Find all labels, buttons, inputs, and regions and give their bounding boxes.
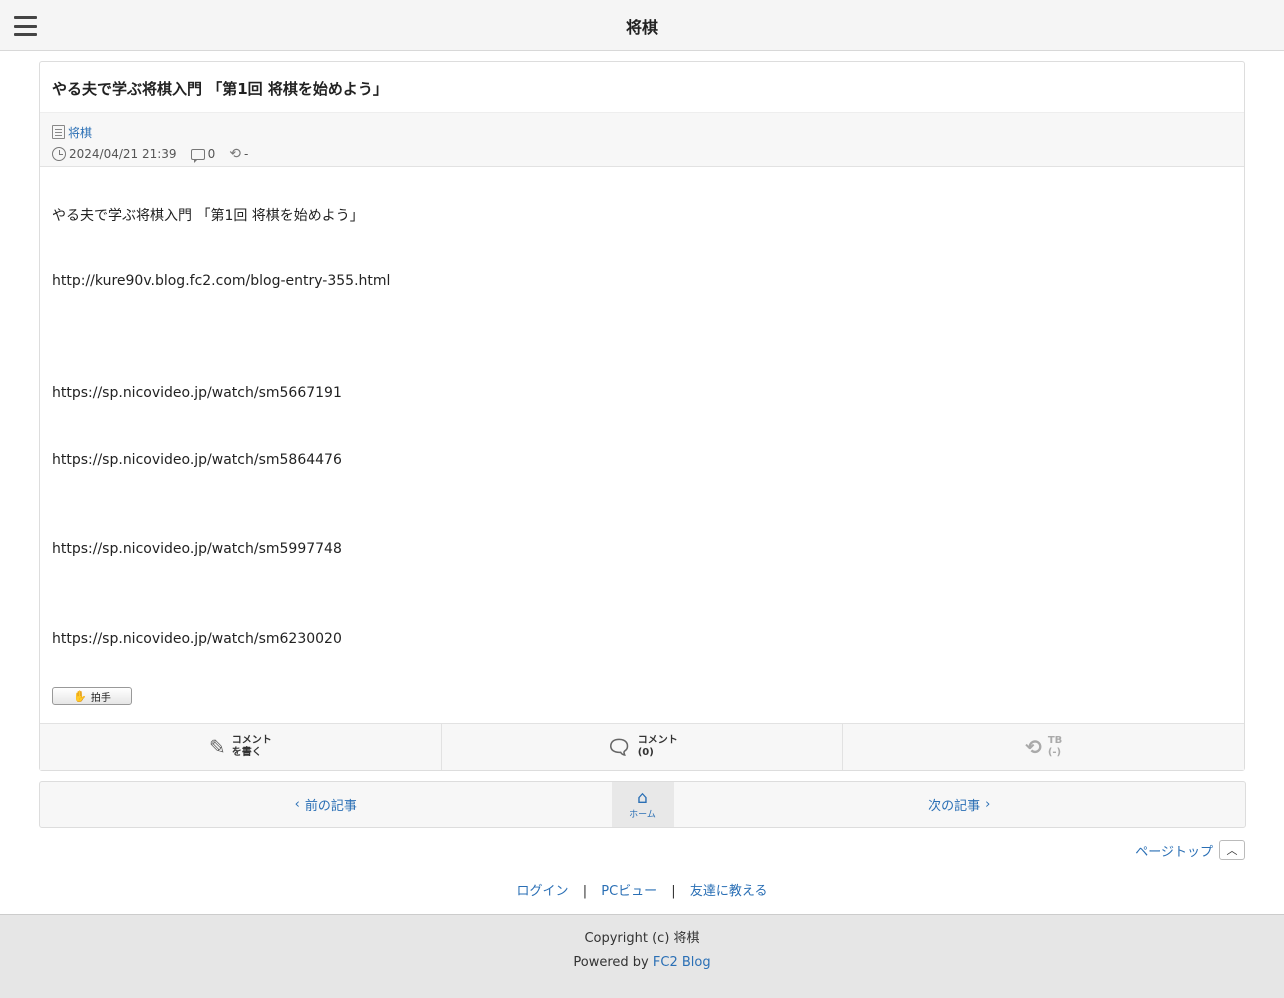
next-article-link[interactable]: 次の記事 › [674,782,1246,827]
trackback-count[interactable]: - [244,147,248,161]
pc-view-link[interactable]: PCビュー [601,884,657,899]
article-title: やる夫で学ぶ将棋入門 「第1回 将棋を始めよう」 [52,80,388,98]
powered-by: Powered by FC2 Blog [573,955,711,970]
trackback-icon: ⟲ [1025,735,1042,759]
write-comment-button[interactable]: ✎ コメント を書く [40,724,442,770]
tell-friend-link[interactable]: 友達に教える [690,884,768,899]
pager: ‹ 前の記事 ⌂ ホーム 次の記事 › [39,781,1246,828]
chevron-left-icon: ‹ [294,797,300,812]
home-button[interactable]: ⌂ ホーム [611,782,674,827]
post-datetime: 2024/04/21 21:39 [69,147,177,161]
category-icon [52,125,65,139]
body-link[interactable]: https://sp.nicovideo.jp/watch/sm6230020 [52,631,342,647]
body-line: やる夫で学ぶ将棋入門 「第1回 将棋を始めよう」 [52,208,364,224]
trackback-button[interactable]: ⟲ TB (-) [843,724,1244,770]
home-icon: ⌂ [637,788,648,808]
copyright: Copyright (c) 将棋 [584,931,700,946]
fc2-blog-link[interactable]: FC2 Blog [653,955,711,970]
clap-icon: ✋ [73,689,87,703]
article-body: やる夫で学ぶ将棋入門 「第1回 将棋を始めよう」 http://kure90v.… [40,167,1244,727]
article: やる夫で学ぶ将棋入門 「第1回 将棋を始めよう」 将棋 2024/04/21 2… [39,61,1245,771]
article-meta: 将棋 2024/04/21 21:39 0 ⟲ - [40,112,1244,167]
page-top-link[interactable]: ページトップ ︿ [1135,840,1245,860]
header: 将棋 [0,0,1284,51]
footer: Copyright (c) 将棋 Powered by FC2 Blog [0,914,1284,998]
prev-article-link[interactable]: ‹ 前の記事 [40,782,612,827]
body-link[interactable]: https://sp.nicovideo.jp/watch/sm5667191 [52,385,342,401]
comment-icon [190,148,205,163]
article-actions: ✎ コメント を書く 🗨 コメント (0) ⟲ TB (-) [40,723,1244,770]
login-link[interactable]: ログイン [517,884,569,899]
write-comment-icon: ✎ [208,735,226,759]
body-link[interactable]: https://sp.nicovideo.jp/watch/sm5864476 [52,452,342,468]
speech-bubble-icon: 🗨 [606,735,632,759]
comment-count[interactable]: 0 [208,147,216,161]
clock-icon [52,147,66,161]
category-link[interactable]: 将棋 [68,124,92,141]
chevron-right-icon: › [985,797,991,812]
body-link[interactable]: http://kure90v.blog.fc2.com/blog-entry-3… [52,273,390,289]
site-title[interactable]: 将棋 [0,14,1284,38]
body-link[interactable]: https://sp.nicovideo.jp/watch/sm5997748 [52,541,342,557]
footer-links: ログイン | PCビュー | 友達に教える [516,884,768,899]
comments-button[interactable]: 🗨 コメント (0) [442,724,844,770]
clap-button[interactable]: ✋ 拍手 [52,687,132,705]
trackback-icon: ⟲ [229,146,241,162]
chevron-up-icon[interactable]: ︿ [1219,840,1245,860]
